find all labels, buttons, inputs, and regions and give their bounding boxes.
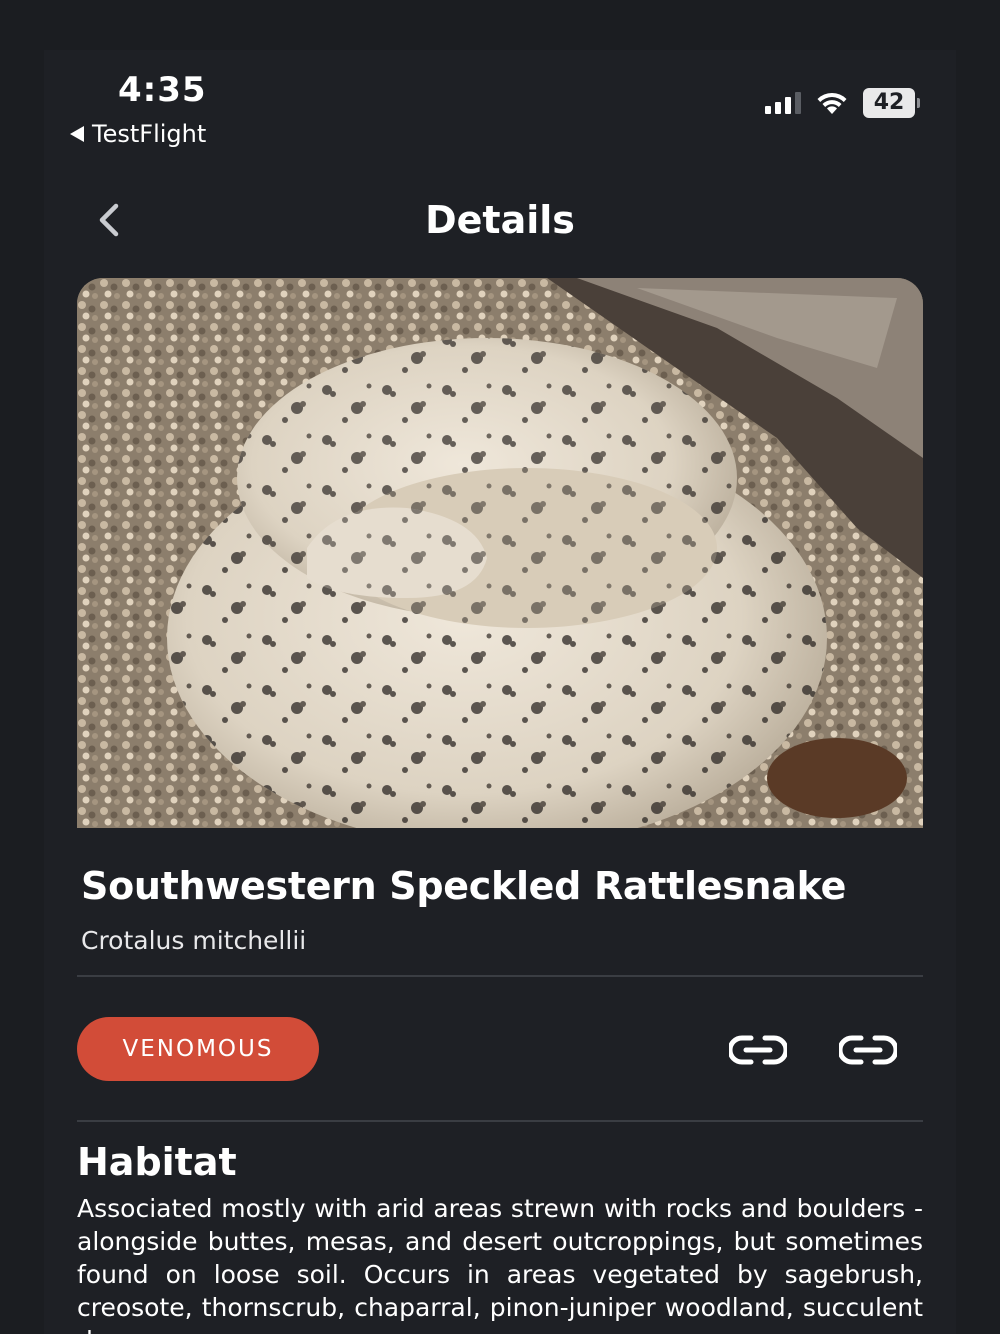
status-time: 4:35 — [118, 70, 207, 110]
details-screen: 4:35 TestFlight 42 Details Southwestern … — [44, 50, 956, 1334]
species-photo — [77, 278, 923, 828]
link-icon[interactable] — [837, 1028, 899, 1072]
species-common-name: Southwestern Speckled Rattlesnake — [81, 864, 847, 908]
divider — [77, 975, 923, 977]
wifi-icon — [817, 92, 847, 114]
battery-icon: 42 — [863, 88, 920, 118]
link-icon[interactable] — [727, 1028, 789, 1072]
habitat-text: Associated mostly with arid areas strewn… — [77, 1194, 923, 1334]
habitat-heading: Habitat — [77, 1140, 237, 1184]
back-triangle-icon — [70, 126, 84, 142]
divider — [77, 1120, 923, 1122]
back-to-testflight-link[interactable]: TestFlight — [70, 120, 206, 148]
venomous-badge: VENOMOUS — [77, 1017, 319, 1081]
page-title: Details — [425, 198, 575, 242]
back-app-label: TestFlight — [92, 120, 207, 148]
cellular-signal-icon — [765, 92, 801, 114]
status-indicators: 42 — [765, 88, 920, 118]
species-scientific-name: Crotalus mitchellii — [81, 926, 307, 955]
battery-level: 42 — [863, 88, 915, 118]
